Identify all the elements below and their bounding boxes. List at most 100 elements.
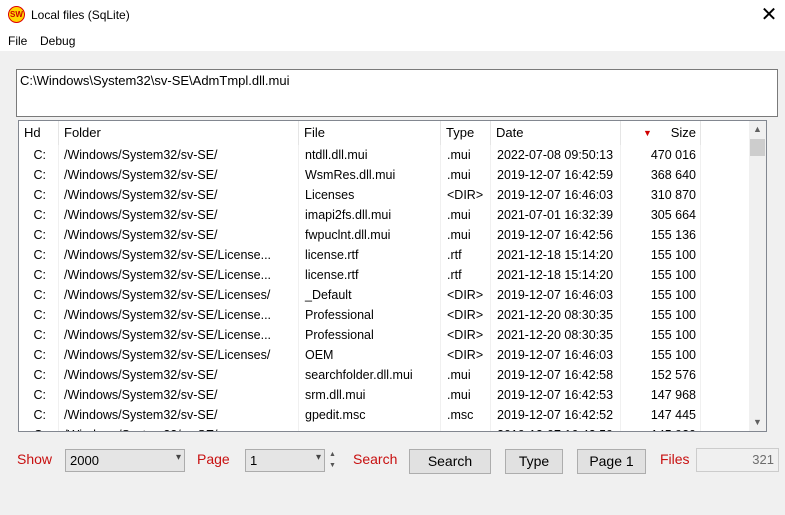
cell-type: .mui — [441, 225, 491, 245]
column-header-hd[interactable]: Hd — [19, 121, 59, 145]
cell-folder: /Windows/System32/sv-SE/ — [59, 385, 299, 405]
cell-size: 155 100 — [621, 345, 701, 365]
cell-size: 147 445 — [621, 405, 701, 425]
cell-file: license.rtf — [299, 265, 441, 285]
cell-size: 147 968 — [621, 385, 701, 405]
table-row[interactable]: C:/Windows/System32/sv-SE/......2019-12-… — [19, 425, 749, 431]
cell-folder: /Windows/System32/sv-SE/License... — [59, 305, 299, 325]
column-header-folder[interactable]: Folder — [59, 121, 299, 145]
cell-type: <DIR> — [441, 305, 491, 325]
page-value: 1 — [250, 453, 258, 468]
cell-size: 155 100 — [621, 285, 701, 305]
cell-hd: C: — [19, 425, 59, 431]
column-header-file[interactable]: File — [299, 121, 441, 145]
column-header-type[interactable]: Type — [441, 121, 491, 145]
cell-hd: C: — [19, 225, 59, 245]
table-row[interactable]: C:/Windows/System32/sv-SE/Licenses/OEM <D… — [19, 345, 749, 365]
column-header-size[interactable]: ▼ Size — [621, 121, 701, 145]
cell-folder: /Windows/System32/sv-SE/ — [59, 365, 299, 385]
cell-type: .mui — [441, 165, 491, 185]
cell-type: <DIR> — [441, 345, 491, 365]
cell-folder: /Windows/System32/sv-SE/ — [59, 405, 299, 425]
cell-hd: C: — [19, 325, 59, 345]
cell-hd: C: — [19, 365, 59, 385]
chevron-down-icon: ▾ — [315, 452, 321, 463]
chevron-down-icon: ▾ — [175, 452, 181, 463]
cell-size: 155 136 — [621, 225, 701, 245]
column-header-date[interactable]: Date — [491, 121, 621, 145]
cell-folder: /Windows/System32/sv-SE/ — [59, 225, 299, 245]
table-row[interactable]: C:/Windows/System32/sv-SE/Licenses/_Defa… — [19, 285, 749, 305]
table-row[interactable]: C:/Windows/System32/sv-SE/searchfolder.d… — [19, 365, 749, 385]
page1-button[interactable]: Page 1 — [577, 449, 646, 474]
app-logo-icon: SW — [8, 6, 25, 23]
table-row[interactable]: C:/Windows/System32/sv-SE/ntdll.dll.mui.… — [19, 145, 749, 165]
cell-hd: C: — [19, 145, 59, 165]
search-button[interactable]: Search — [409, 449, 491, 474]
close-icon[interactable]: ✕ — [755, 2, 783, 28]
path-value: C:\Windows\System32\sv-SE\AdmTmpl.dll.mu… — [20, 73, 290, 88]
cell-size: 310 870 — [621, 185, 701, 205]
cell-file: ... — [299, 425, 441, 431]
search-label: Search — [353, 451, 398, 467]
cell-date: 2019-12-07 16:42:59 — [491, 165, 621, 185]
show-value: 2000 — [70, 453, 99, 468]
cell-type: .mui — [441, 385, 491, 405]
cell-file: Professional — [299, 305, 441, 325]
spin-down-icon[interactable]: ▼ — [326, 460, 339, 471]
cell-size: 155 100 — [621, 325, 701, 345]
cell-date: 2019-12-07 16:42:58 — [491, 365, 621, 385]
table-row[interactable]: C:/Windows/System32/sv-SE/License... lice… — [19, 245, 749, 265]
cell-file: WsmRes.dll.mui — [299, 165, 441, 185]
column-header-size-label: Size — [670, 125, 696, 140]
cell-folder: /Windows/System32/sv-SE/License... — [59, 245, 299, 265]
cell-date: 2019-12-07 16:42:53 — [491, 385, 621, 405]
table-row[interactable]: C:/Windows/System32/sv-SE/fwpuclnt.dll.m… — [19, 225, 749, 245]
menu-debug[interactable]: Debug — [40, 34, 75, 48]
cell-date: 2019-12-07 16:46:03 — [491, 345, 621, 365]
cell-date: 2021-12-18 15:14:20 — [491, 265, 621, 285]
table-row[interactable]: C:/Windows/System32/sv-SE/Licenses <DIR> 2… — [19, 185, 749, 205]
cell-folder: /Windows/System32/sv-SE/License... — [59, 325, 299, 345]
cell-size: 145 920 — [621, 425, 701, 431]
scroll-down-icon[interactable]: ▼ — [749, 414, 766, 431]
cell-hd: C: — [19, 405, 59, 425]
cell-hd: C: — [19, 245, 59, 265]
table-row[interactable]: C:/Windows/System32/sv-SE/License... Prof… — [19, 305, 749, 325]
cell-type: .mui — [441, 365, 491, 385]
table-row[interactable]: C:/Windows/System32/sv-SE/imapi2fs.dll.m… — [19, 205, 749, 225]
cell-date: 2019-12-07 16:42:59 — [491, 425, 621, 431]
title-bar: SW Local files (SqLite) ✕ — [0, 0, 785, 31]
table-row[interactable]: C:/Windows/System32/sv-SE/gpedit.msc .msc… — [19, 405, 749, 425]
spin-up-icon[interactable]: ▲ — [326, 449, 339, 460]
show-dropdown[interactable]: 2000 ▾ — [65, 449, 185, 472]
page-label: Page — [197, 451, 230, 467]
cell-file: gpedit.msc — [299, 405, 441, 425]
cell-type: .msc — [441, 405, 491, 425]
vertical-scrollbar[interactable]: ▲ ▼ — [749, 121, 766, 431]
scrollbar-thumb[interactable] — [750, 139, 765, 156]
table-row[interactable]: C:/Windows/System32/sv-SE/License... lice… — [19, 265, 749, 285]
type-button[interactable]: Type — [505, 449, 563, 474]
file-list[interactable]: Hd Folder File Type Date ▼ Size C:/Windo… — [18, 120, 767, 432]
table-row[interactable]: C:/Windows/System32/sv-SE/License... Prof… — [19, 325, 749, 345]
table-row[interactable]: C:/Windows/System32/sv-SE/WsmRes.dll.mui… — [19, 165, 749, 185]
cell-size: 155 100 — [621, 265, 701, 285]
scroll-up-icon[interactable]: ▲ — [749, 121, 766, 138]
cell-date: 2019-12-07 16:46:03 — [491, 185, 621, 205]
show-label: Show — [17, 451, 53, 467]
menu-file[interactable]: File — [8, 34, 27, 48]
cell-date: 2021-07-01 16:32:39 — [491, 205, 621, 225]
page-spinner[interactable]: ▲ ▼ — [326, 449, 339, 471]
cell-size: 155 100 — [621, 245, 701, 265]
table-row[interactable]: C:/Windows/System32/sv-SE/srm.dll.mui .mu… — [19, 385, 749, 405]
page-dropdown[interactable]: 1 ▾ — [245, 449, 325, 472]
cell-hd: C: — [19, 285, 59, 305]
cell-folder: /Windows/System32/sv-SE/ — [59, 425, 299, 431]
cell-size: 155 100 — [621, 305, 701, 325]
path-textbox[interactable]: C:\Windows\System32\sv-SE\AdmTmpl.dll.mu… — [16, 69, 778, 117]
cell-size: 470 016 — [621, 145, 701, 165]
cell-folder: /Windows/System32/sv-SE/ — [59, 145, 299, 165]
cell-file: srm.dll.mui — [299, 385, 441, 405]
cell-date: 2021-12-20 08:30:35 — [491, 305, 621, 325]
